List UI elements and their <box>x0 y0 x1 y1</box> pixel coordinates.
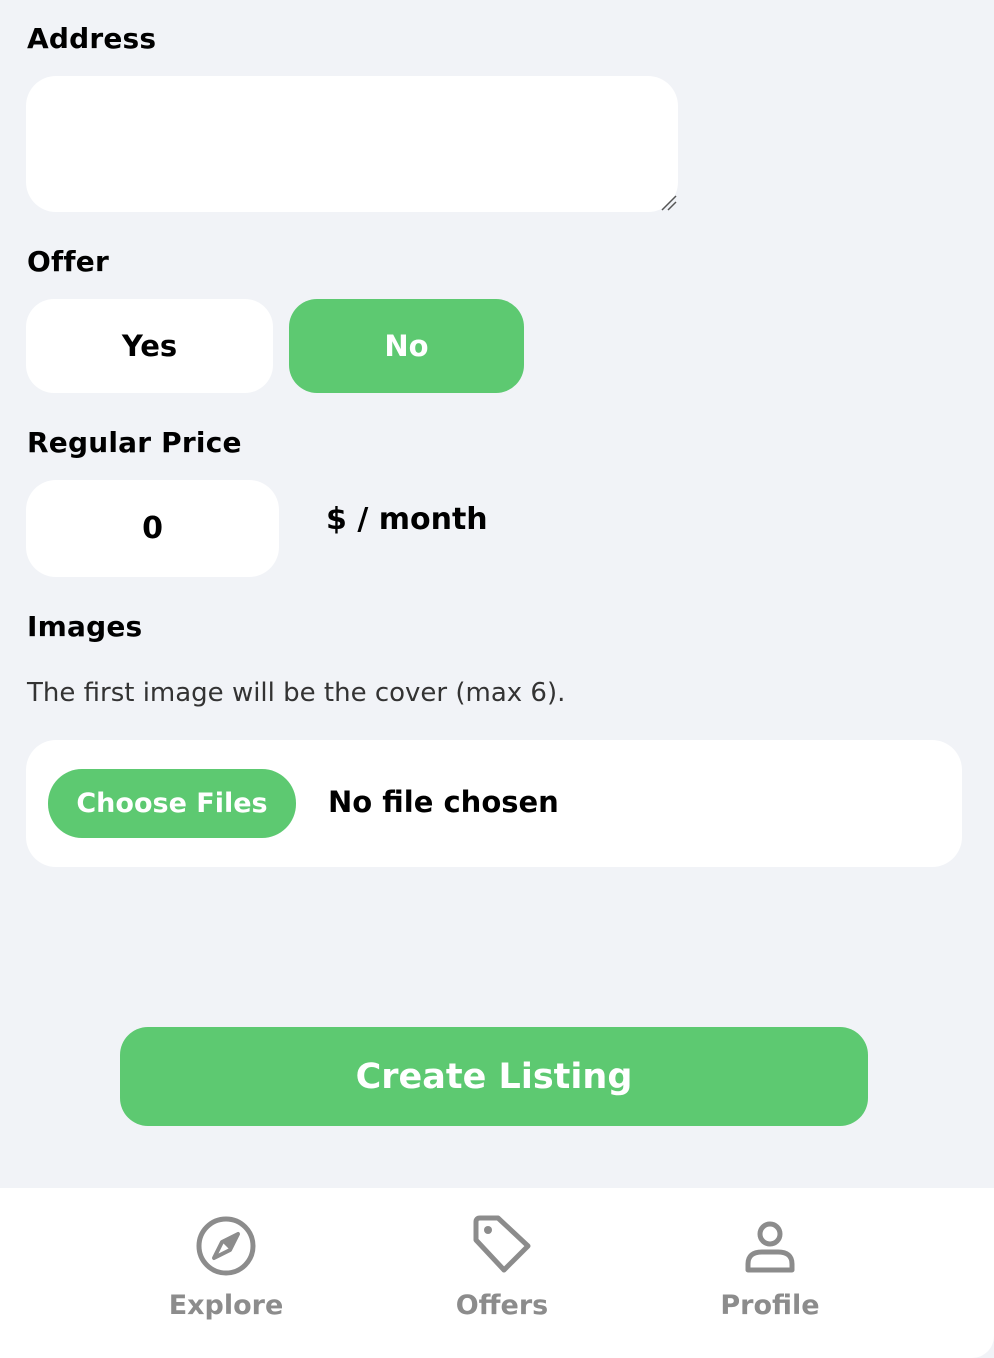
create-listing-button[interactable]: Create Listing <box>120 1027 868 1126</box>
compass-icon <box>196 1216 256 1276</box>
address-input[interactable] <box>26 76 678 212</box>
resize-grip-icon[interactable] <box>658 192 678 212</box>
file-status-text: No file chosen <box>328 785 559 819</box>
nav-label-explore: Explore <box>168 1290 284 1321</box>
nav-label-offers: Offers <box>455 1290 549 1321</box>
price-unit-label: $ / month <box>326 502 488 537</box>
address-label: Address <box>27 22 157 55</box>
nav-item-profile[interactable]: Profile <box>670 1212 870 1321</box>
offer-label: Offer <box>27 245 109 278</box>
person-icon <box>745 1221 795 1273</box>
nav-label-profile: Profile <box>720 1290 820 1321</box>
images-hint: The first image will be the cover (max 6… <box>27 678 566 708</box>
offer-yes-button[interactable]: Yes <box>26 299 273 393</box>
offer-no-button[interactable]: No <box>289 299 524 393</box>
regular-price-input[interactable] <box>26 480 279 577</box>
nav-item-offers[interactable]: Offers <box>402 1212 602 1321</box>
nav-item-explore[interactable]: Explore <box>126 1212 326 1321</box>
images-label: Images <box>27 610 143 643</box>
choose-files-button[interactable]: Choose Files <box>48 769 296 838</box>
tag-icon <box>473 1215 531 1273</box>
regular-price-label: Regular Price <box>27 426 242 459</box>
